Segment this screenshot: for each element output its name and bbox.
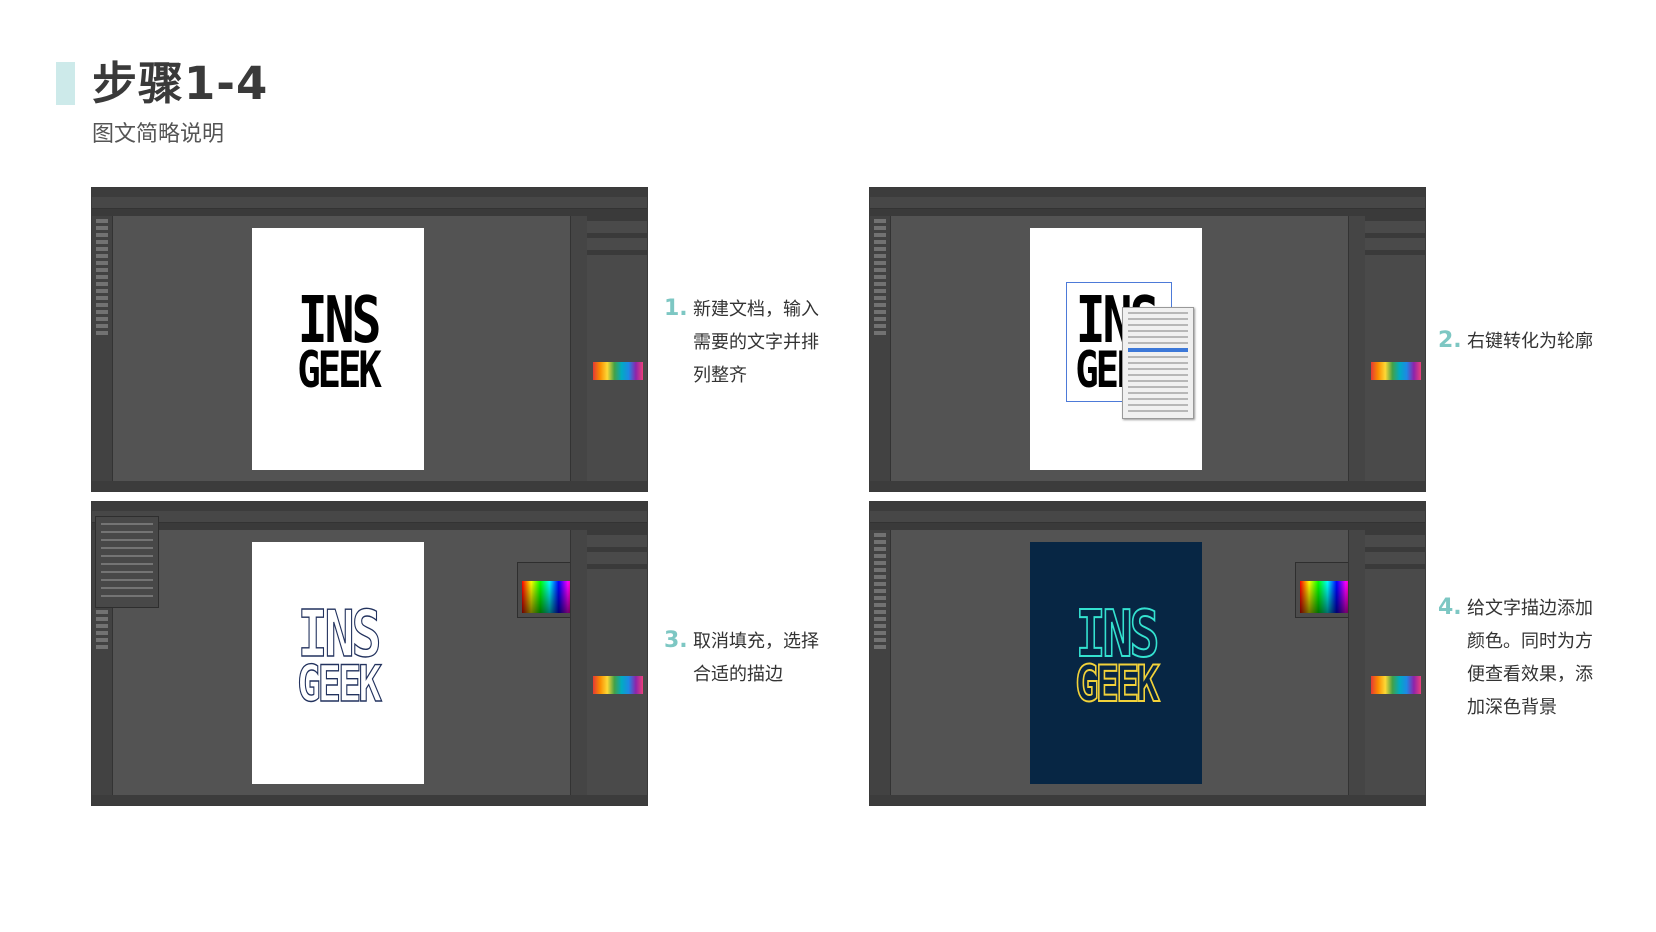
page-title: 步骤1-4 bbox=[92, 57, 269, 110]
step-2-text: 右键转化为轮廓 bbox=[1467, 325, 1593, 358]
screenshot-step-4: INS GEEK bbox=[870, 502, 1425, 805]
step-4-line-2: 颜色。同时为方 bbox=[1467, 631, 1593, 652]
step-1-number: 1. bbox=[664, 296, 688, 321]
right-panels bbox=[1365, 530, 1425, 795]
step-1-line-3: 列整齐 bbox=[693, 365, 747, 386]
tools-panel bbox=[870, 216, 891, 481]
app-menubar bbox=[870, 502, 1425, 511]
step-1-line-2: 需要的文字并排 bbox=[693, 332, 819, 353]
step-3-text: 取消填充，选择 合适的描边 bbox=[693, 625, 819, 691]
artwork-text-geek: GEEK bbox=[297, 655, 383, 713]
step-1-line-1: 新建文档，输入 bbox=[693, 299, 819, 320]
artwork-text-geek: GEEK bbox=[297, 341, 382, 399]
stroke-panel bbox=[95, 516, 159, 608]
step-4-line-1: 给文字描边添加 bbox=[1467, 598, 1593, 619]
artboard: INS GEEK bbox=[252, 228, 424, 470]
right-panels bbox=[587, 216, 647, 481]
app-control-bar bbox=[92, 511, 647, 523]
step-3-line-2: 合适的描边 bbox=[693, 664, 783, 685]
context-menu bbox=[1122, 307, 1194, 419]
right-panels bbox=[587, 530, 647, 795]
app-control-bar bbox=[870, 511, 1425, 523]
screenshot-step-3: INS GEEK bbox=[92, 502, 647, 805]
step-3-line-1: 取消填充，选择 bbox=[693, 631, 819, 652]
screenshot-step-2: INS GEEK bbox=[870, 188, 1425, 491]
screenshot-step-1: INS GEEK bbox=[92, 188, 647, 491]
step-4-line-4: 加深色背景 bbox=[1467, 697, 1557, 718]
app-control-bar bbox=[870, 197, 1425, 209]
title-accent-bar bbox=[56, 62, 75, 105]
context-menu-create-outlines bbox=[1128, 348, 1188, 352]
document-tab-bar bbox=[92, 209, 647, 216]
step-4-line-3: 便查看效果，添 bbox=[1467, 664, 1593, 685]
status-bar bbox=[92, 795, 647, 805]
tools-panel bbox=[92, 216, 113, 481]
page-subtitle: 图文简略说明 bbox=[92, 122, 225, 147]
panel-icon-strip bbox=[570, 216, 587, 481]
step-2-line-1: 右键转化为轮廓 bbox=[1467, 331, 1593, 352]
app-menubar bbox=[92, 502, 647, 511]
panel-icon-strip bbox=[1348, 216, 1365, 481]
status-bar bbox=[870, 795, 1425, 805]
app-menubar bbox=[870, 188, 1425, 197]
document-tab-bar bbox=[870, 209, 1425, 216]
tools-panel bbox=[870, 530, 891, 795]
document-tab-bar bbox=[92, 523, 647, 530]
swatches-grid bbox=[593, 676, 643, 694]
artboard: INS GEEK bbox=[1030, 542, 1202, 784]
artwork-text-geek: GEEK bbox=[1074, 655, 1160, 713]
right-panels bbox=[1365, 216, 1425, 481]
step-4-number: 4. bbox=[1438, 595, 1462, 620]
panel-icon-strip bbox=[570, 530, 587, 795]
step-1-text: 新建文档，输入 需要的文字并排 列整齐 bbox=[693, 293, 819, 392]
app-menubar bbox=[92, 188, 647, 197]
color-spectrum bbox=[1300, 581, 1355, 613]
app-control-bar bbox=[92, 197, 647, 209]
document-tab-bar bbox=[870, 523, 1425, 530]
status-bar bbox=[92, 481, 647, 491]
step-2-number: 2. bbox=[1438, 328, 1462, 353]
swatches-grid bbox=[1371, 362, 1421, 380]
artboard: INS GEEK bbox=[252, 542, 424, 784]
panel-icon-strip bbox=[1348, 530, 1365, 795]
step-3-number: 3. bbox=[664, 628, 688, 653]
color-spectrum bbox=[522, 581, 577, 613]
step-4-text: 给文字描边添加 颜色。同时为方 便查看效果，添 加深色背景 bbox=[1467, 592, 1593, 724]
swatches-grid bbox=[1371, 676, 1421, 694]
swatches-grid bbox=[593, 362, 643, 380]
status-bar bbox=[870, 481, 1425, 491]
